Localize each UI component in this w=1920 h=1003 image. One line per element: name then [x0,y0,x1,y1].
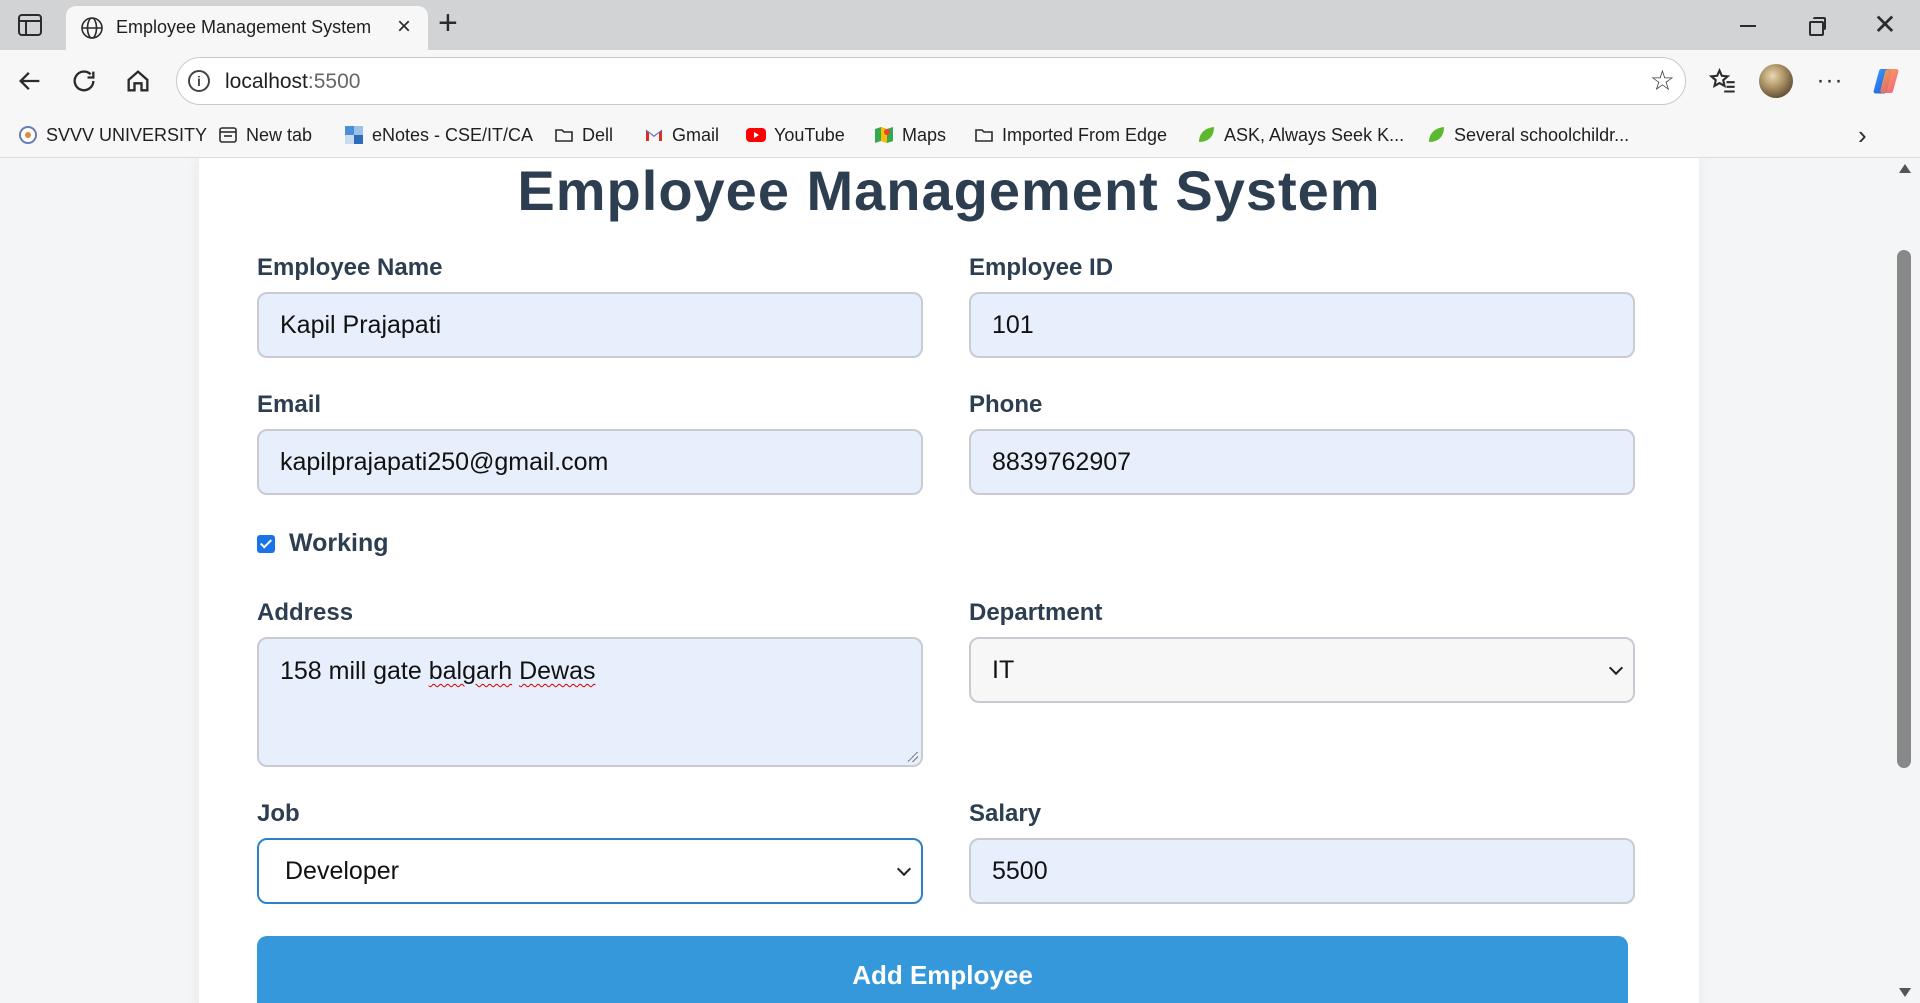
address-bar[interactable]: i localhost:5500 ☆ [176,57,1686,105]
bookmark-maps[interactable]: Maps [874,121,946,149]
scrollbar-thumb[interactable] [1897,250,1911,768]
bookmark-enotes[interactable]: eNotes - CSE/IT/CA [344,121,533,149]
employee-name-label: Employee Name [257,254,443,281]
employee-name-input[interactable]: Kapil Prajapati [257,292,923,358]
salary-input[interactable]: 5500 [969,838,1635,904]
restore-icon[interactable] [1801,10,1831,40]
globe-icon [81,17,103,39]
employee-id-label: Employee ID [969,254,1114,281]
home-icon[interactable] [120,63,156,99]
folder-icon [555,129,573,142]
gmail-icon [645,129,663,141]
scroll-down-arrow-icon[interactable] [1899,988,1911,997]
close-window-icon[interactable]: ✕ [1870,10,1900,40]
phone-label: Phone [969,391,1043,418]
reload-icon[interactable] [66,63,102,99]
more-options-icon[interactable]: ··· [1812,63,1848,99]
youtube-icon [746,128,766,142]
leaf-icon [1429,127,1444,142]
browser-tab-bar: Employee Management System × + ✕ [0,0,1920,50]
browser-toolbar: i localhost:5500 ☆ ··· [0,50,1920,112]
chevron-down-icon [1608,660,1624,676]
salary-label: Salary [969,800,1042,827]
url-text[interactable]: localhost:5500 [225,70,360,94]
new-tab-icon[interactable]: + [438,6,458,40]
chevron-right-icon[interactable]: › [1858,120,1867,151]
phone-input[interactable]: 8839762907 [969,429,1635,495]
minimize-icon[interactable] [1733,10,1763,40]
close-tab-icon[interactable]: × [392,13,416,41]
employee-form-card: Employee Management System Employee Name… [199,158,1699,1003]
scroll-up-arrow-icon[interactable] [1899,164,1911,173]
profile-avatar[interactable] [1758,63,1794,99]
address-label: Address [257,599,354,626]
tab-title: Employee Management System [116,17,372,37]
folder-icon [975,129,993,142]
department-select[interactable]: IT [969,637,1635,703]
bookmark-schoolchildren[interactable]: Several schoolchildr... [1426,121,1629,149]
bookmark-new-tab[interactable]: New tab [218,121,312,149]
job-select[interactable]: Developer [257,838,923,904]
job-label: Job [257,800,300,827]
add-employee-button[interactable]: Add Employee [257,936,1628,1003]
page-viewport: Employee Management System Employee Name… [0,158,1920,1003]
bookmark-dell[interactable]: Dell [554,121,613,149]
chevron-down-icon [896,861,912,877]
employee-id-input[interactable]: 101 [969,292,1635,358]
address-textarea[interactable]: 158 mill gate balgarh Dewas [257,637,923,767]
email-label: Email [257,391,322,418]
university-icon [19,126,37,144]
working-checkbox-row[interactable]: Working [257,529,389,558]
bookmark-ask[interactable]: ASK, Always Seek K... [1196,121,1404,149]
new-tab-icon [219,127,237,143]
bookmarks-bar: SVVV UNIVERSITY New tab eNotes - CSE/IT/… [0,112,1920,158]
bookmark-imported[interactable]: Imported From Edge [974,121,1167,149]
resize-handle-icon[interactable] [908,752,918,762]
working-checkbox[interactable] [257,534,275,553]
tab-actions-icon[interactable] [18,14,42,36]
site-info-icon[interactable]: i [188,70,210,92]
bookmark-youtube[interactable]: YouTube [746,121,845,149]
back-arrow-icon[interactable] [12,63,48,99]
enotes-icon [345,126,363,144]
favorites-list-icon[interactable] [1705,63,1741,99]
page-scrollbar[interactable] [1888,158,1920,1003]
page-title: Employee Management System [517,159,1381,222]
department-label: Department [969,599,1103,626]
browser-tab-active[interactable]: Employee Management System × [66,6,428,50]
bookmark-gmail[interactable]: Gmail [644,121,719,149]
copilot-icon[interactable] [1868,63,1904,99]
maps-icon [875,127,893,143]
favorite-star-icon[interactable]: ☆ [1650,66,1675,96]
email-input[interactable]: kapilprajapati250@gmail.com [257,429,923,495]
leaf-icon [1199,127,1214,142]
bookmark-svvv[interactable]: SVVV UNIVERSITY [18,121,207,149]
working-label: Working [289,529,389,557]
